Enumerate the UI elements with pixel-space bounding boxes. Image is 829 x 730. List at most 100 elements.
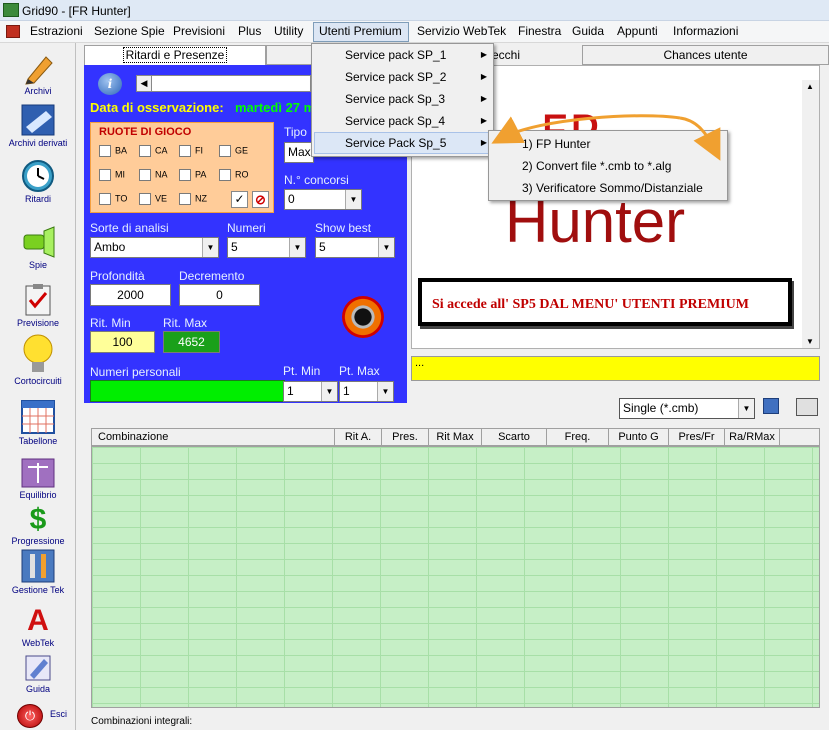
tab-label: ecchi: [492, 48, 521, 62]
sidebar-item-equilibrio[interactable]: Equilibrio: [0, 457, 76, 500]
menu-servizio-webtek[interactable]: Servizio WebTek: [417, 24, 506, 38]
tab-label: Chances utente: [663, 48, 748, 62]
ruota-checkbox[interactable]: RO: [219, 169, 249, 181]
ruota-checkbox[interactable]: GE: [219, 145, 248, 157]
ritmin-input[interactable]: 100: [90, 331, 155, 353]
dollar-icon: $: [29, 503, 47, 536]
sidebar-item-webtek[interactable]: A WebTek: [0, 604, 76, 649]
sidebar-item-progressione[interactable]: $ Progressione: [0, 503, 76, 547]
menu-appunti[interactable]: Appunti: [617, 24, 658, 38]
grid-col-pres[interactable]: Pres.: [382, 429, 429, 445]
profondita-input[interactable]: 2000: [90, 284, 171, 306]
sorte-select[interactable]: Ambo ▼: [90, 237, 219, 258]
print-icon[interactable]: [796, 398, 818, 416]
menu-guida[interactable]: Guida: [572, 24, 604, 38]
menu-previsioni[interactable]: Previsioni: [173, 24, 225, 38]
webtek-logo-icon: A: [27, 604, 49, 637]
sidebar-item-spie[interactable]: Spie: [0, 225, 76, 270]
sidebar-label: Guida: [25, 684, 51, 694]
ruota-checkbox[interactable]: BA: [99, 145, 127, 157]
menu-item-sp3[interactable]: Service pack Sp_3 ▶: [312, 88, 495, 110]
sidebar-label: Gestione Tek: [11, 585, 65, 595]
select-all-button[interactable]: ✓: [231, 191, 248, 208]
sidebar-item-gestione-tek[interactable]: Gestione Tek: [0, 548, 76, 595]
sidebar-label: Tabellone: [18, 436, 58, 446]
concorsi-label: N.° concorsi: [284, 173, 349, 187]
grid-header: Combinazione Rit A. Pres. Rit Max Scarto…: [91, 428, 820, 446]
menu-item-sp1[interactable]: Service pack SP_1 ▶: [312, 44, 495, 66]
sidebar-item-ritardi[interactable]: Ritardi: [0, 159, 76, 204]
grid-col-puntog[interactable]: Punto G: [609, 429, 669, 445]
mdi-child-icon[interactable]: [6, 25, 20, 38]
ritmax-input[interactable]: 4652: [163, 331, 220, 353]
save-icon[interactable]: [763, 398, 779, 414]
ruota-checkbox[interactable]: TO: [99, 193, 127, 205]
sidebar-label: Previsione: [16, 318, 60, 328]
tab-label: Ritardi e Presenze: [122, 47, 228, 63]
sidebar-item-cortocircuiti[interactable]: Cortocircuiti: [0, 333, 76, 386]
sidebar-label: Archivi: [24, 86, 52, 96]
results-grid[interactable]: [91, 446, 820, 708]
clear-selection-button[interactable]: ⊘: [252, 191, 269, 208]
decremento-input[interactable]: 0: [179, 284, 260, 306]
target-button[interactable]: [342, 296, 384, 338]
grid-col-presfr[interactable]: Pres/Fr: [669, 429, 725, 445]
exit-button[interactable]: ⏻: [17, 704, 43, 728]
sidebar-item-guida[interactable]: Guida: [0, 653, 76, 694]
scroll-left-arrow[interactable]: ◀: [136, 75, 152, 92]
tipo-select[interactable]: Max: [284, 142, 314, 163]
sidebar-label: WebTek: [21, 638, 55, 648]
app-icon: [3, 3, 19, 17]
info-icon[interactable]: i: [98, 73, 122, 95]
ptmax-select[interactable]: 1 ▼: [339, 381, 394, 402]
sidebar: Archivi Archivi derivati Ritardi Spie Pr…: [0, 43, 76, 730]
annotation-text: Si accede all' SP5 DAL MENU' UTENTI PREM…: [432, 297, 749, 312]
menu-utenti-premium[interactable]: Utenti Premium: [319, 24, 402, 38]
ruota-checkbox[interactable]: PA: [179, 169, 206, 181]
tab-ritardi-presenze[interactable]: Ritardi e Presenze: [84, 45, 266, 65]
grid-col-ritmax[interactable]: Rit Max: [429, 429, 482, 445]
grid-col-scarto[interactable]: Scarto: [482, 429, 547, 445]
menu-estrazioni[interactable]: Estrazioni: [30, 24, 83, 38]
sidebar-item-tabellone[interactable]: Tabellone: [0, 399, 76, 446]
vertical-scrollbar[interactable]: ▲ ▼: [802, 80, 819, 348]
showbest-select[interactable]: 5 ▼: [315, 237, 395, 258]
menu-item-sp2[interactable]: Service pack SP_2 ▶: [312, 66, 495, 88]
sidebar-item-previsione[interactable]: Previsione: [0, 283, 76, 328]
file-type-select[interactable]: Single (*.cmb) ▼: [619, 398, 755, 419]
ruota-checkbox[interactable]: FI: [179, 145, 203, 157]
sorte-label: Sorte di analisi: [90, 221, 169, 235]
menu-plus[interactable]: Plus: [238, 24, 261, 38]
profondita-label: Profondità: [90, 269, 145, 283]
help-book-icon: [20, 653, 56, 683]
menu-utility[interactable]: Utility: [274, 24, 303, 38]
lightbulb-icon: [20, 333, 56, 375]
menu-informazioni[interactable]: Informazioni: [673, 24, 738, 38]
sidebar-label: Cortocircuiti: [14, 376, 62, 386]
ptmin-select[interactable]: 1 ▼: [283, 381, 338, 402]
ruota-checkbox[interactable]: VE: [139, 193, 167, 205]
ruota-checkbox[interactable]: NZ: [179, 193, 207, 205]
numeri-select[interactable]: 5 ▼: [227, 237, 306, 258]
ruota-checkbox[interactable]: NA: [139, 169, 168, 181]
horizontal-scrollbar[interactable]: [136, 75, 311, 92]
ptmax-label: Pt. Max: [339, 364, 380, 378]
numeri-personali-input[interactable]: [90, 380, 285, 402]
pencil-icon: [20, 51, 56, 85]
tab-chances-utente[interactable]: Chances utente: [582, 45, 829, 65]
sidebar-item-archivi[interactable]: Archivi: [0, 51, 76, 96]
sidebar-item-archivi-derivati[interactable]: Archivi derivati: [0, 103, 76, 148]
concorsi-select[interactable]: 0 ▼: [284, 189, 362, 210]
calendar-grid-icon: [20, 399, 56, 435]
grid-col-combinazione[interactable]: Combinazione: [92, 429, 335, 445]
menu-sezione-spie[interactable]: Sezione Spie: [94, 24, 165, 38]
grid-col-rarmax[interactable]: Ra/RMax: [725, 429, 780, 445]
ruota-checkbox[interactable]: CA: [139, 145, 168, 157]
grid-col-freq[interactable]: Freq.: [547, 429, 609, 445]
ruota-checkbox[interactable]: MI: [99, 169, 125, 181]
grid-col-rita[interactable]: Rit A.: [335, 429, 382, 445]
clock-icon: [20, 159, 56, 193]
menu-finestra[interactable]: Finestra: [518, 24, 561, 38]
numeri-label: Numeri: [227, 221, 266, 235]
submenu-verificatore[interactable]: 3) Verificatore Sommo/Distanziale: [522, 181, 703, 195]
